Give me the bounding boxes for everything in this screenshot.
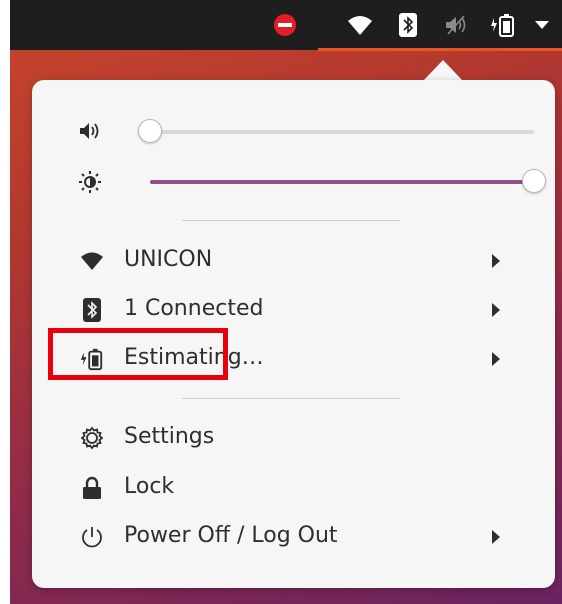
active-indicator — [318, 48, 562, 51]
menu-item-label: UNICON — [124, 247, 213, 272]
bluetooth-icon — [80, 298, 104, 322]
gear-icon — [80, 426, 104, 450]
brightness-slider[interactable] — [150, 169, 546, 193]
brightness-slider-row — [78, 166, 546, 196]
menu-item-settings[interactable]: Settings — [32, 414, 555, 460]
menu-item-power-off-log-out[interactable]: Power Off / Log Out — [32, 513, 555, 559]
top-bar — [10, 0, 562, 51]
bluetooth-icon[interactable] — [398, 13, 418, 37]
separator — [182, 220, 400, 221]
menu-item-label: 1 Connected — [124, 296, 264, 321]
desktop-screen: UNICON 1 Connected Estimating… Settings … — [10, 0, 562, 604]
do-not-disturb-icon[interactable] — [272, 13, 298, 37]
settings-highlight-box — [48, 328, 228, 380]
submenu-arrow-icon — [492, 254, 500, 268]
brightness-slider-fill — [150, 180, 534, 184]
menu-item-label: Lock — [124, 474, 175, 499]
brightness-slider-handle[interactable] — [522, 169, 546, 193]
submenu-arrow-icon — [492, 303, 500, 317]
lock-icon — [80, 476, 104, 500]
volume-slider[interactable] — [138, 119, 534, 143]
dropdown-arrow-icon[interactable] — [534, 13, 550, 37]
separator — [182, 398, 400, 399]
brightness-icon — [78, 170, 102, 193]
submenu-arrow-icon — [492, 352, 500, 366]
battery-charging-icon[interactable] — [490, 13, 516, 37]
menu-item-label: Power Off / Log Out — [124, 523, 338, 548]
menu-item-label: Settings — [124, 424, 215, 449]
power-icon — [80, 525, 104, 549]
volume-slider-handle[interactable] — [138, 119, 162, 143]
menu-item-bluetooth[interactable]: 1 Connected — [32, 286, 555, 332]
submenu-arrow-icon — [492, 530, 500, 544]
menu-item-wifi[interactable]: UNICON — [32, 237, 555, 283]
menu-item-lock[interactable]: Lock — [32, 464, 555, 510]
volume-icon — [78, 120, 102, 142]
wifi-icon[interactable] — [346, 13, 374, 37]
volume-slider-row — [78, 116, 534, 146]
volume-muted-icon[interactable] — [444, 13, 470, 37]
wifi-icon — [80, 249, 104, 273]
menu-pointer — [423, 60, 463, 81]
